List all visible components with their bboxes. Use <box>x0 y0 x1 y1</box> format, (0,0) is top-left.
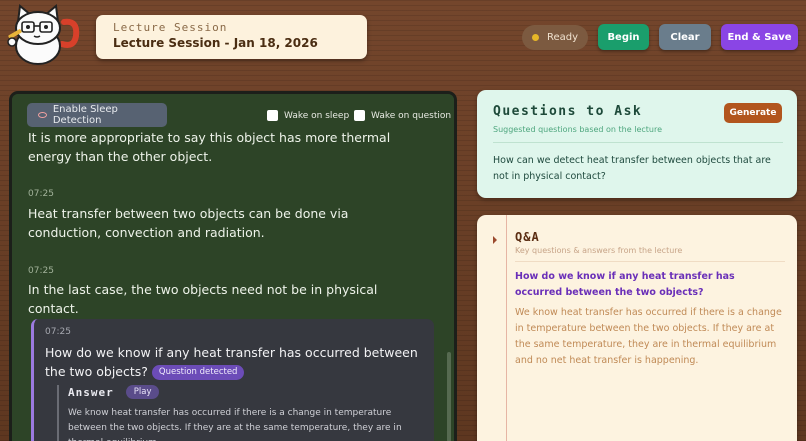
generate-button[interactable]: Generate <box>724 103 782 123</box>
question-text-block: How do we know if any heat transfer has … <box>45 343 425 381</box>
cat-mascot-icon <box>4 2 82 68</box>
transcript-entry-time: 07:25 <box>28 266 54 276</box>
questions-to-ask-panel: Questions to Ask Suggested questions bas… <box>477 90 797 198</box>
question-time: 07:25 <box>45 327 71 337</box>
qa-panel-subtitle: Key questions & answers from the lecture <box>515 246 683 255</box>
transcript-entry-text: It is more appropriate to say this objec… <box>28 130 391 164</box>
transcript-entry-time: 07:25 <box>28 189 54 199</box>
transcript-panel: It is more appropriate to say this objec… <box>9 91 457 441</box>
answer-text: We know heat transfer has occurred if th… <box>68 408 402 441</box>
question-entry-card: 07:25 How do we know if any heat transfe… <box>31 319 434 441</box>
questions-panel-title: Questions to Ask <box>493 104 643 119</box>
play-button[interactable]: Play <box>125 385 160 399</box>
answer-label: Answer <box>68 385 114 399</box>
transcript-entry-text: In the last case, the two objects need n… <box>28 282 378 316</box>
session-info-card: Lecture Session Lecture Session - Jan 18… <box>96 15 367 59</box>
wake-on-question-checkbox[interactable]: Wake on question <box>354 110 451 121</box>
sleep-button-label: Enable Sleep Detection <box>52 104 118 126</box>
clear-button[interactable]: Clear <box>659 24 711 50</box>
wake-on-question-label: Wake on question <box>371 110 452 121</box>
eye-icon <box>38 112 47 118</box>
begin-button[interactable]: Begin <box>598 24 649 50</box>
answer-header: Answer Play <box>68 385 427 399</box>
end-and-save-button[interactable]: End & Save <box>721 24 798 50</box>
status-dot-icon <box>532 34 539 41</box>
checkbox-box[interactable] <box>267 110 278 121</box>
enable-sleep-detection-button[interactable]: Enable Sleep Detection <box>27 103 167 127</box>
transcript-entry-text: Heat transfer between two objects can be… <box>28 206 349 240</box>
divider <box>515 261 785 262</box>
session-label: Lecture Session <box>113 21 228 34</box>
qa-answer: We know heat transfer has occurred if th… <box>515 307 782 366</box>
collapse-arrow-icon[interactable] <box>493 236 497 244</box>
qa-question: How do we know if any heat transfer has … <box>515 271 735 298</box>
status-indicator: Ready <box>522 25 588 50</box>
divider <box>493 142 783 143</box>
question-detected-badge: Question detected <box>151 365 245 380</box>
questions-panel-subtitle: Suggested questions based on the lecture <box>493 125 663 134</box>
suggested-question-item[interactable]: How can we detect heat transfer between … <box>493 153 783 185</box>
qa-panel-title: Q&A <box>515 230 540 244</box>
wake-on-sleep-label: Wake on sleep <box>284 110 350 121</box>
answer-block: Answer Play We know heat transfer has oc… <box>57 385 427 441</box>
wake-on-sleep-checkbox[interactable]: Wake on sleep <box>267 110 349 121</box>
transcript-scrollbar[interactable] <box>447 352 451 441</box>
qa-panel: Q&A Key questions & answers from the lec… <box>477 215 797 441</box>
margin-line <box>506 215 507 441</box>
status-text: Ready <box>547 32 579 43</box>
session-title: Lecture Session - Jan 18, 2026 <box>113 36 318 50</box>
checkbox-box[interactable] <box>354 110 365 121</box>
transcript-toolbar: Enable Sleep Detection Wake on sleep Wak… <box>12 94 454 130</box>
